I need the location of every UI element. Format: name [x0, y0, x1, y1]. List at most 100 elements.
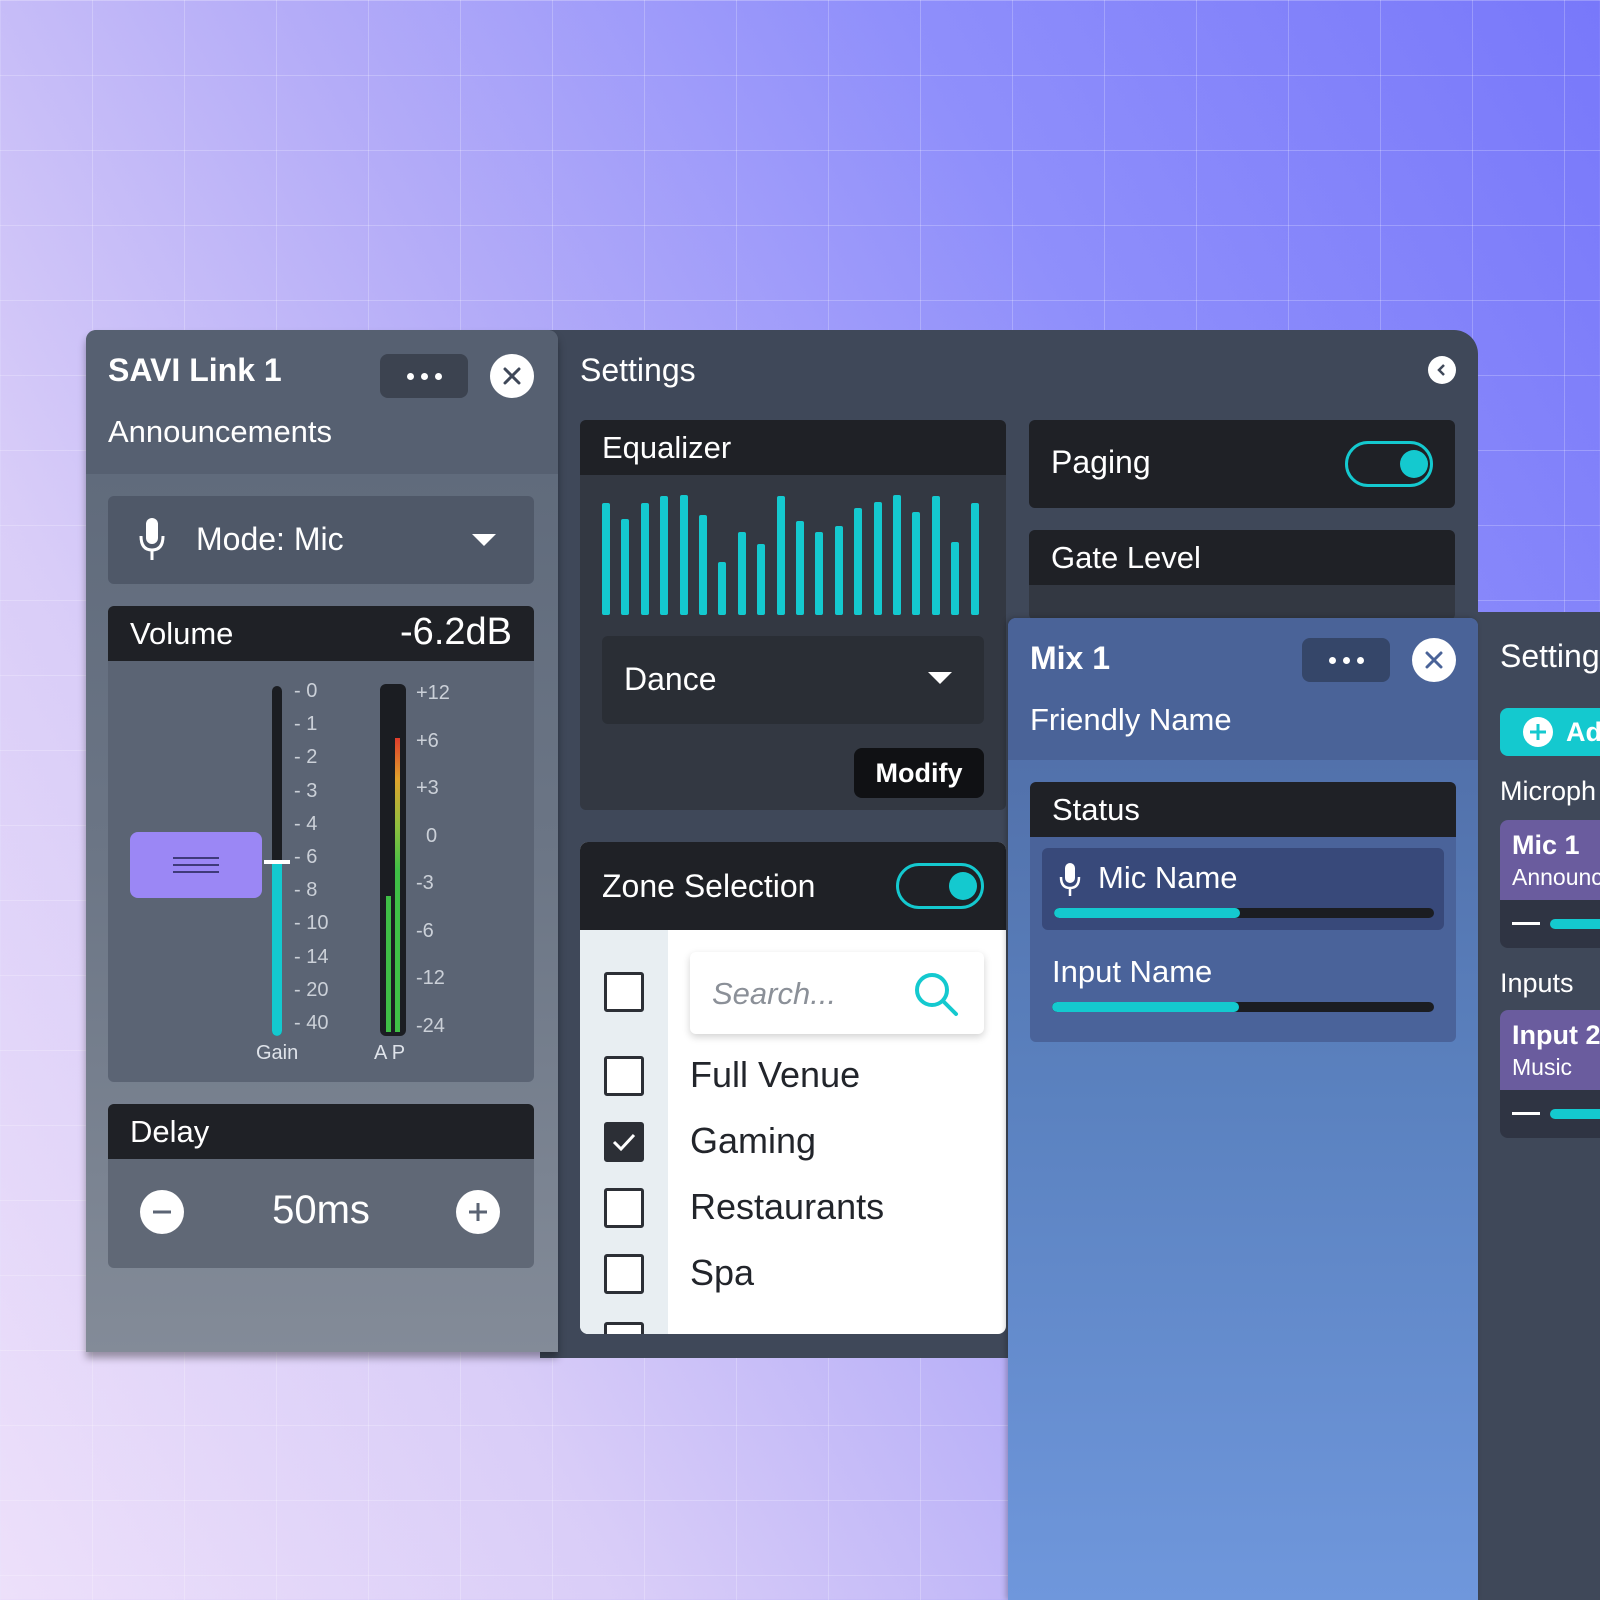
eq-bar: [718, 562, 726, 615]
mic-status-row[interactable]: Mic Name: [1042, 848, 1444, 930]
close-icon: [503, 367, 521, 385]
eq-bar: [660, 496, 668, 615]
mic-card-title: Mic 1: [1512, 830, 1580, 860]
mic-card[interactable]: Mic 1 Announc: [1500, 820, 1600, 948]
delay-increase-button[interactable]: [456, 1190, 500, 1234]
eq-bar: [912, 512, 920, 615]
zone-selection-header: Zone Selection: [580, 842, 1006, 930]
zone-label[interactable]: Gaming: [690, 1120, 816, 1162]
gain-tick-label: - 2: [294, 746, 318, 769]
input-card-title: Input 2: [1512, 1020, 1600, 1050]
paging-toggle[interactable]: [1345, 441, 1433, 487]
status-label: Status: [1052, 792, 1140, 827]
delay-card: Delay 50ms: [108, 1104, 534, 1268]
equalizer-header: Equalizer: [580, 420, 1006, 475]
gate-level-label: Gate Level: [1051, 540, 1201, 575]
zone-checkbox[interactable]: [604, 1122, 644, 1162]
eq-bar: [854, 508, 862, 615]
gain-marker: [264, 860, 290, 864]
modify-button[interactable]: Modify: [854, 748, 984, 798]
mix-close-button[interactable]: [1412, 638, 1456, 682]
gain-tick-label: - 20: [294, 978, 329, 1001]
mic-level-fill: [1054, 908, 1241, 918]
input-name: Input Name: [1052, 954, 1213, 989]
mix-header: Mix 1 Friendly Name: [1008, 618, 1478, 760]
checkmark-icon: [612, 1133, 636, 1152]
right-settings-title: Setting: [1500, 638, 1600, 674]
chevron-down-icon: [928, 672, 952, 684]
savi-close-button[interactable]: [490, 354, 534, 398]
eq-bar: [815, 532, 823, 615]
meter-p-fill: [395, 738, 400, 1032]
volume-card: Volume -6.2dB - 0 - 1 - 2 - 3 - 4 - 6 - 8 - 10 -…: [108, 606, 534, 1082]
mic-name: Mic Name: [1098, 860, 1238, 895]
output-meter: [380, 684, 406, 1036]
meter-tick-label: -12: [416, 967, 445, 989]
zone-select-all-checkbox[interactable]: [604, 972, 644, 1012]
input-card-level: [1550, 1109, 1600, 1119]
eq-bar: [971, 503, 979, 615]
mic-card-subtitle: Announc: [1512, 864, 1600, 890]
mix-more-button[interactable]: [1302, 638, 1390, 682]
eq-preset-select[interactable]: Dance: [602, 636, 984, 724]
paging-card: Paging: [1029, 420, 1455, 508]
eq-preset-value: Dance: [624, 661, 717, 697]
gain-tick-label: - 3: [294, 779, 318, 802]
meter-tick-label: +3: [416, 777, 439, 799]
chevron-left-icon: [1437, 364, 1445, 376]
eq-bar: [757, 544, 765, 615]
input-level-track: [1052, 1002, 1434, 1012]
eq-bar: [893, 495, 901, 615]
zone-label[interactable]: Full Venue: [690, 1054, 860, 1096]
gate-level-header: Gate Level: [1029, 530, 1455, 585]
chevron-down-icon: [472, 534, 496, 546]
eq-bar: [680, 495, 688, 615]
right-settings-panel: Setting Ad Microph Mic 1 Announc Inputs …: [1478, 612, 1600, 1600]
zone-selection-toggle[interactable]: [896, 863, 984, 909]
gain-fader-handle[interactable]: [130, 832, 262, 898]
zone-label[interactable]: Restaurants: [690, 1186, 884, 1228]
mode-select[interactable]: Mode: Mic: [108, 496, 534, 584]
status-header: Status: [1030, 782, 1456, 837]
gain-label: Gain: [256, 1042, 299, 1064]
savi-link-panel: SAVI Link 1 Announcements Mode: Mic Volu…: [86, 330, 558, 1352]
eq-bar: [699, 515, 707, 615]
savi-more-button[interactable]: [380, 354, 468, 398]
meter-tick-label: -6: [416, 919, 434, 942]
zone-checkbox[interactable]: [604, 1188, 644, 1228]
gain-tick-label: - 0: [294, 680, 318, 702]
search-icon[interactable]: [912, 970, 960, 1018]
zone-checkbox[interactable]: [604, 1056, 644, 1096]
add-button[interactable]: Ad: [1500, 708, 1600, 756]
gain-tick-label: - 4: [294, 812, 318, 835]
savi-title: SAVI Link 1: [108, 352, 282, 388]
eq-bar: [951, 542, 959, 615]
zone-label[interactable]: Spa: [690, 1252, 754, 1294]
volume-value: -6.2dB: [400, 611, 512, 653]
input-card[interactable]: Input 2 Music: [1500, 1010, 1600, 1138]
savi-header: SAVI Link 1 Announcements: [86, 330, 558, 474]
zone-checkbox[interactable]: [604, 1254, 644, 1294]
eq-bars: [602, 495, 982, 615]
eq-bar: [835, 526, 843, 615]
microphones-section-label: Microph: [1500, 776, 1597, 806]
collapse-button[interactable]: [1428, 356, 1456, 384]
zone-selection-label: Zone Selection: [602, 868, 816, 904]
inputs-section-label: Inputs: [1500, 968, 1574, 998]
gate-level-card: Gate Level: [1029, 530, 1455, 620]
volume-label: Volume: [130, 616, 234, 651]
eq-bar: [932, 496, 940, 615]
meter-a-fill: [386, 896, 391, 1032]
meter-label: A P: [374, 1042, 406, 1064]
modify-label: Modify: [875, 757, 963, 788]
delay-label: Delay: [130, 1114, 210, 1149]
zone-search-box[interactable]: Search...: [690, 952, 984, 1034]
equalizer-label: Equalizer: [602, 430, 732, 465]
gain-tick-label: - 8: [294, 879, 318, 902]
eq-bar: [777, 496, 785, 615]
input-card-subtitle: Music: [1512, 1054, 1573, 1080]
meter-tick-label: +6: [416, 729, 439, 752]
eq-bar: [641, 503, 649, 615]
zone-checkbox-partial[interactable]: [604, 1322, 644, 1334]
input-card-mute-icon: [1512, 1112, 1540, 1115]
